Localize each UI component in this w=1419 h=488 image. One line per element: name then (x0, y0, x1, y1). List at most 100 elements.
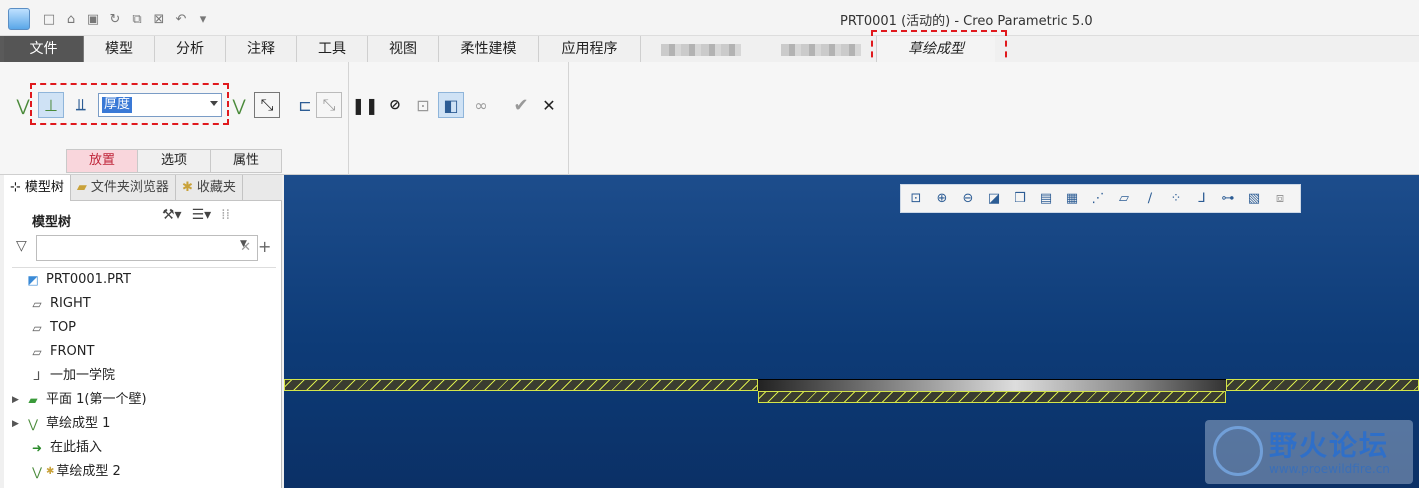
tree-item-label: 草绘成型 2 (56, 464, 121, 479)
subtab-placement[interactable]: 放置 (66, 149, 138, 173)
subtab-options[interactable]: 选项 (137, 149, 211, 173)
tab-folder-browser[interactable]: ▰ 文件夹浏览器 (71, 175, 176, 201)
settings-icon[interactable]: ⚒▾ (162, 207, 182, 223)
filter-icon: ▽ (16, 238, 27, 254)
customize-qat-icon[interactable]: ▾ (194, 10, 212, 28)
datum-plane-icon: ▱ (32, 321, 42, 335)
folder-icon: ▰ (76, 180, 87, 195)
tab-analysis[interactable]: 分析 (155, 36, 226, 62)
tab-annotate[interactable]: 注释 (226, 36, 297, 62)
tab-view[interactable]: 视图 (368, 36, 439, 62)
ribbon-tab-bar: 文件 模型 分析 注释 工具 视图 柔性建模 应用程序 草绘成型 (0, 36, 1419, 62)
close-window-icon[interactable]: ⊠ (150, 10, 168, 28)
tab-model[interactable]: 模型 (84, 36, 155, 62)
undo-icon[interactable]: ↶ (172, 10, 190, 28)
model-tree-icon: ⊹ (10, 180, 21, 195)
tree-item-top[interactable]: ▱ TOP (12, 316, 276, 340)
insert-here-icon: ➜ (31, 441, 43, 455)
tree-item-right[interactable]: ▱ RIGHT (12, 292, 276, 316)
tree-item-planar-wall[interactable]: ▶ ▰ 平面 1(第一个壁) (12, 388, 276, 412)
check-icon[interactable]: ✔ (508, 92, 534, 118)
zoom-out-icon[interactable]: ⊖ (957, 188, 979, 210)
tab-model-tree[interactable]: ⊹ 模型树 (4, 175, 71, 201)
pause-icon[interactable]: ❚❚ (352, 92, 379, 118)
tab-applications[interactable]: 应用程序 (539, 36, 641, 62)
offset-icon[interactable]: ⊏ (292, 92, 318, 118)
flip-side-icon[interactable]: ⋁ (226, 92, 252, 118)
favorites-icon: ✱ (181, 180, 193, 195)
flip-direction-icon[interactable]: ⤡ (254, 92, 280, 118)
hatched-wall-left (284, 379, 758, 391)
axis-display-icon[interactable]: ∕ (1139, 188, 1161, 210)
model-tree: ◩ PRT0001.PRT ▱ RIGHT ▱ TOP ▱ FRONT ⅃ 一加… (12, 267, 276, 484)
sketch-form-icon: ⋁ (28, 417, 38, 431)
tree-item-part[interactable]: ◩ PRT0001.PRT (12, 268, 276, 292)
glasses-icon[interactable]: ∞ (468, 92, 494, 118)
tab-hidden (641, 36, 877, 62)
flip-material-icon[interactable]: ⤡ (316, 92, 342, 118)
dashboard-subtabs: 放置 选项 属性 (66, 149, 282, 173)
forum-logo-icon (1213, 426, 1263, 476)
datum-display-icon[interactable]: ⋰ (1087, 188, 1109, 210)
verify-icon[interactable]: ◧ (438, 92, 464, 118)
tree-item-sketch-form-2[interactable]: ⋁ ✱ 草绘成型 2 (12, 460, 276, 484)
repaint-icon[interactable]: ◪ (983, 188, 1005, 210)
app-icon[interactable] (8, 8, 30, 30)
tree-filter-icon[interactable]: ⁞⁞ (221, 207, 230, 223)
saved-orientations-icon[interactable]: ▤ (1035, 188, 1057, 210)
new-file-icon[interactable]: □ (40, 10, 58, 28)
plane-display-icon[interactable]: ▱ (1113, 188, 1135, 210)
tab-tools[interactable]: 工具 (297, 36, 368, 62)
highlight-box-ribbon (30, 83, 229, 125)
sketch-view-icon[interactable]: ⧈ (1269, 188, 1291, 210)
panel-title: 模型树 (32, 215, 72, 230)
tree-item-insert-here[interactable]: ➜ 在此插入 (12, 436, 276, 460)
chevron-down-icon[interactable]: ▼ (240, 239, 247, 249)
tree-item-sketch-form-1[interactable]: ▶ ⋁ 草绘成型 1 (12, 412, 276, 436)
tree-item-label: 一加一学院 (50, 368, 116, 383)
ribbon-separator (348, 62, 349, 175)
tree-item-front[interactable]: ▱ FRONT (12, 340, 276, 364)
display-style-icon[interactable]: ❒ (1009, 188, 1031, 210)
subtab-properties[interactable]: 属性 (210, 149, 282, 173)
annotation-display-icon[interactable]: ▧ (1243, 188, 1265, 210)
save-icon[interactable]: ▣ (84, 10, 102, 28)
view-manager-icon[interactable]: ▦ (1061, 188, 1083, 210)
csys-display-icon[interactable]: ⅃ (1191, 188, 1213, 210)
zoom-in-icon[interactable]: ⊕ (931, 188, 953, 210)
tab-folder-browser-label: 文件夹浏览器 (90, 180, 169, 195)
datum-plane-icon: ▱ (32, 345, 42, 359)
point-display-icon[interactable]: ⁘ (1165, 188, 1187, 210)
spin-center-icon[interactable]: ⊶ (1217, 188, 1239, 210)
tab-file[interactable]: 文件 (4, 36, 84, 62)
show-icon[interactable]: ☰▾ (192, 207, 212, 223)
navigator-panel: ⊹ 模型树 ▰ 文件夹浏览器 ✱ 收藏夹 模型树 ⚒▾ ☰▾ ⁞⁞ ▽ ✕ ▼ … (4, 175, 282, 488)
tab-favorites[interactable]: ✱ 收藏夹 (176, 175, 243, 201)
refit-icon[interactable]: ⊡ (905, 188, 927, 210)
quick-access-toolbar: □ ⌂ ▣ ↻ ⧉ ⊠ ↶ ▾ (8, 8, 212, 30)
tree-item-label: PRT0001.PRT (46, 272, 131, 287)
tree-item-label: TOP (50, 320, 77, 335)
tree-item-label: 在此插入 (50, 440, 103, 455)
expand-icon[interactable]: ▶ (12, 388, 24, 412)
graphics-area[interactable]: ⊡ ⊕ ⊖ ◪ ❒ ▤ ▦ ⋰ ▱ ∕ ⁘ ⅃ ⊶ ▧ ⧈ 野火论坛 www.p… (284, 175, 1419, 488)
tab-flexible-modeling[interactable]: 柔性建模 (439, 36, 539, 62)
expand-icon[interactable]: ▶ (12, 412, 24, 436)
tree-item-csys[interactable]: ⅃ 一加一学院 (12, 364, 276, 388)
regenerate-icon[interactable]: ↻ (106, 10, 124, 28)
coordinate-system-icon: ⅃ (33, 369, 41, 383)
navigator-tabs: ⊹ 模型树 ▰ 文件夹浏览器 ✱ 收藏夹 (4, 175, 282, 201)
datum-plane-icon: ▱ (32, 297, 42, 311)
hatched-wall-right (1226, 379, 1419, 391)
windows-icon[interactable]: ⧉ (128, 10, 146, 28)
tree-search-input[interactable]: ✕ (36, 235, 258, 261)
open-file-icon[interactable]: ⌂ (62, 10, 80, 28)
title-bar: □ ⌂ ▣ ↻ ⧉ ⊠ ↶ ▾ PRT0001 (活动的) - Creo Par… (0, 0, 1419, 36)
add-icon[interactable]: + (258, 237, 271, 256)
close-icon[interactable]: ✕ (536, 92, 562, 118)
forum-watermark: 野火论坛 www.proewildfire.cn (1205, 420, 1413, 484)
preview-icon[interactable]: ⊡ (410, 92, 436, 118)
planar-wall-icon: ▰ (28, 393, 38, 407)
tab-bar-filler (995, 36, 1419, 62)
no-preview-icon[interactable]: ⊘ (382, 92, 408, 118)
